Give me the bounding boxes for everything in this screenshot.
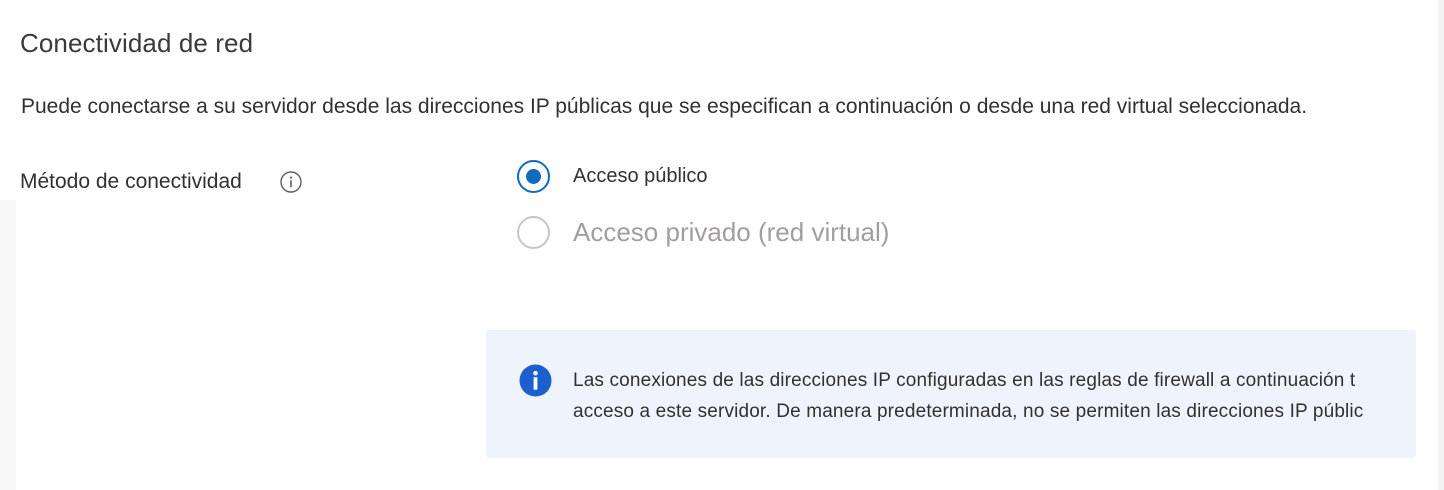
radio-label-public-access: Acceso público [573, 164, 708, 187]
section-description: Puede conectarse a su servidor desde las… [21, 95, 1308, 118]
info-circle-icon[interactable] [280, 171, 302, 193]
scrollbar-track[interactable] [1438, 0, 1444, 490]
left-panel-edge [0, 0, 16, 490]
section-title: Conectividad de red [20, 28, 254, 58]
radio-option-public-access[interactable]: Acceso público [517, 157, 889, 195]
info-filled-icon [519, 364, 552, 397]
connectivity-method-radio-group: Acceso público Acceso privado (red virtu… [517, 157, 889, 251]
info-message-line-1: Las conexiones de las direcciones IP con… [573, 370, 1356, 391]
info-message-line-2: acceso a este servidor. De manera predet… [573, 401, 1364, 422]
radio-button-selected[interactable] [517, 159, 550, 193]
radio-button-disabled [517, 215, 550, 249]
networking-page: Conectividad de red Puede conectarse a s… [0, 0, 1444, 490]
connectivity-method-label: Método de conectividad [20, 170, 242, 193]
info-message-text: Las conexiones de las direcciones IP con… [573, 365, 1416, 427]
radio-option-private-access: Acceso privado (red virtual) [517, 213, 889, 251]
radio-label-private-access: Acceso privado (red virtual) [573, 216, 890, 247]
info-message-bar: Las conexiones de las direcciones IP con… [486, 330, 1416, 458]
